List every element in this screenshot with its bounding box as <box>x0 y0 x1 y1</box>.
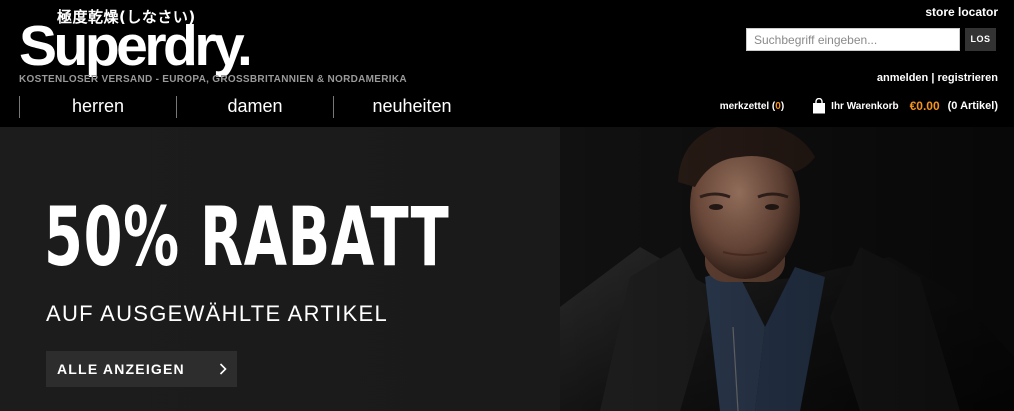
nav-item-damen[interactable]: damen <box>176 96 333 118</box>
logo-wordmark: Superdry. <box>19 14 253 78</box>
wishlist-label: merkzettel <box>719 100 770 112</box>
search-input[interactable] <box>746 28 960 51</box>
cart-item-count: (0 Artikel) <box>947 100 998 112</box>
cart-bar: merkzettel (0) Ihr Warenkorb €0.00 (0 Ar… <box>720 96 998 116</box>
cart-count-value: 0 <box>951 100 958 112</box>
cart-items-label: Artikel <box>960 100 995 112</box>
view-all-label: ALLE ANZEIGEN <box>57 361 185 377</box>
wishlist-link[interactable]: merkzettel (0) <box>720 101 784 112</box>
account-links: anmelden | registrieren <box>877 72 998 84</box>
shopping-bag-icon[interactable] <box>812 98 826 114</box>
login-link[interactable]: anmelden <box>877 72 928 84</box>
cart-label[interactable]: Ihr Warenkorb <box>831 101 898 112</box>
register-link[interactable]: registrieren <box>937 72 998 84</box>
hero-title: 50% RABATT <box>44 191 450 285</box>
cart-total: €0.00 <box>909 99 940 113</box>
hero-banner[interactable]: 50% RABATT AUF AUSGEWÄHLTE ARTIKEL ALLE … <box>0 127 1014 411</box>
shipping-tagline: KOSTENLOSER VERSAND - EUROPA, GROSSBRITA… <box>19 74 407 85</box>
hero-subtitle: AUF AUSGEWÄHLTE ARTIKEL <box>46 301 389 326</box>
main-navigation: herren damen neuheiten <box>19 96 490 118</box>
wishlist-count: 0 <box>775 100 781 112</box>
view-all-button[interactable]: ALLE ANZEIGEN <box>46 351 237 387</box>
chevron-right-icon <box>219 363 227 375</box>
nav-item-herren[interactable]: herren <box>19 96 176 118</box>
account-separator: | <box>931 72 935 84</box>
nav-item-neuheiten[interactable]: neuheiten <box>333 96 490 118</box>
search-button[interactable]: LOS <box>965 28 996 51</box>
site-header: 極度乾燥(しなさい) Superdry. KOSTENLOSER VERSAND… <box>0 0 1014 127</box>
store-locator-link[interactable]: store locator <box>925 5 998 19</box>
superdry-logo[interactable]: 極度乾燥(しなさい) Superdry. <box>19 6 269 76</box>
model-photo <box>560 127 1014 411</box>
